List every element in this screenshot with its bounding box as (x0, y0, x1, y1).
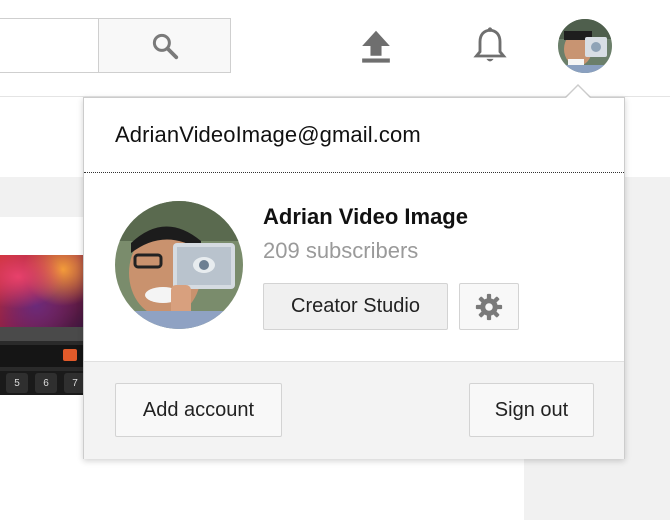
search-input[interactable] (0, 18, 98, 73)
divider (84, 172, 624, 173)
account-avatar-button[interactable] (558, 19, 612, 73)
notifications-button[interactable] (462, 20, 518, 72)
subscriber-count: 209 subscribers (263, 238, 419, 263)
avatar (558, 19, 612, 73)
upload-icon (362, 30, 390, 63)
search-button[interactable] (98, 18, 231, 73)
thumbnail-key: 6 (35, 373, 57, 393)
popup-arrow-fill (565, 86, 591, 99)
settings-button[interactable] (459, 283, 519, 330)
masthead (0, 0, 670, 97)
account-menu: AdrianVideoImage@gmail.com Adrian Video … (83, 97, 625, 459)
sign-out-button[interactable]: Sign out (469, 383, 594, 437)
search-icon (152, 33, 178, 59)
thumbnail-touchbar-key (63, 349, 77, 361)
thumbnail-bezel (0, 327, 90, 341)
gear-icon (475, 293, 503, 320)
bell-icon (473, 27, 507, 62)
add-account-button[interactable]: Add account (115, 383, 282, 437)
avatar (115, 201, 243, 329)
channel-name: Adrian Video Image (263, 204, 468, 229)
channel-avatar[interactable] (115, 201, 243, 329)
thumbnail-screen (0, 255, 90, 327)
account-email: AdrianVideoImage@gmail.com (115, 122, 421, 147)
upload-button[interactable] (350, 20, 402, 72)
creator-studio-button[interactable]: Creator Studio (263, 283, 448, 330)
thumbnail-key: 5 (6, 373, 28, 393)
video-thumbnail[interactable]: 5 6 7 (0, 255, 90, 395)
